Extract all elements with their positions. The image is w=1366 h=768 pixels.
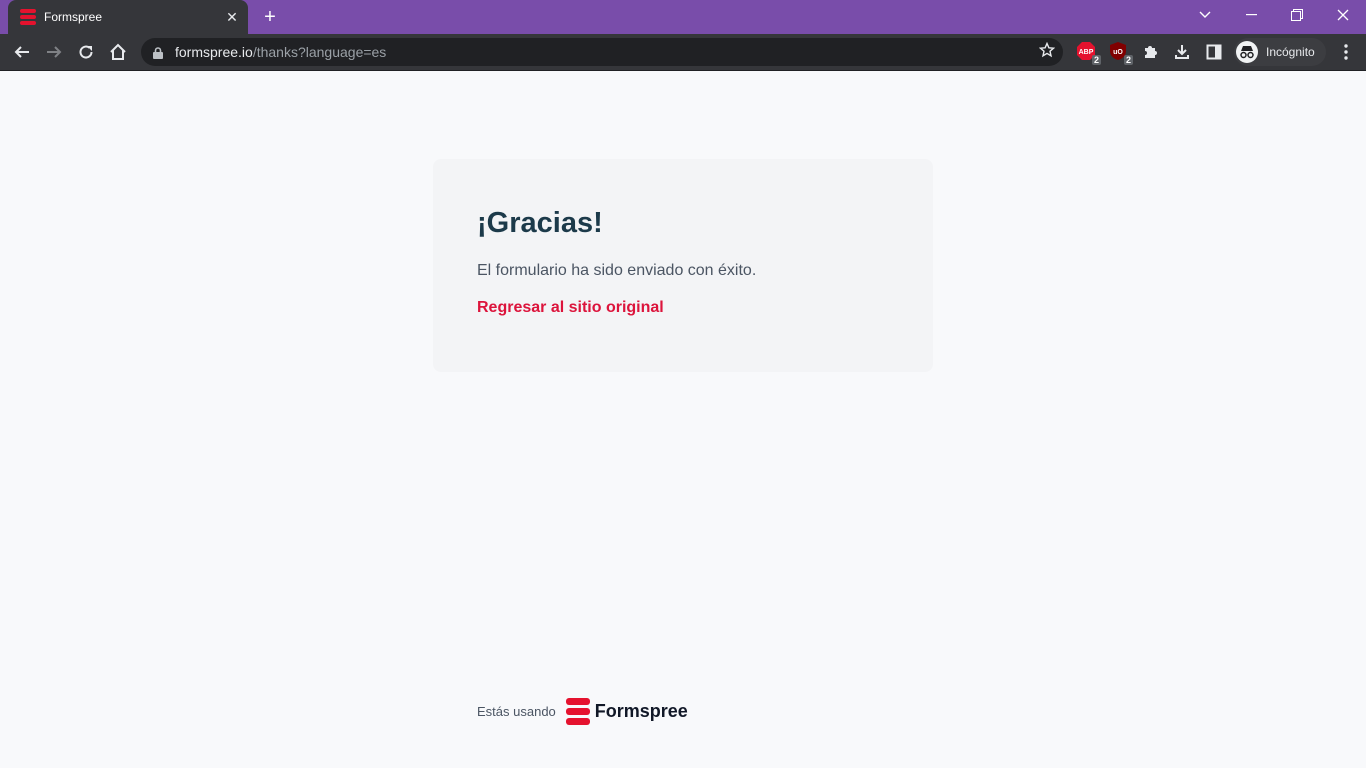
url-path: /thanks?language=es: [252, 44, 387, 60]
ublock-extension-icon[interactable]: uO 2: [1108, 41, 1133, 65]
home-button[interactable]: [104, 38, 132, 66]
browser-toolbar: formspree.io/thanks?language=es ABP 2 uO…: [0, 34, 1366, 71]
extensions-puzzle-icon[interactable]: [1136, 38, 1164, 66]
menu-kebab-icon[interactable]: [1332, 38, 1360, 66]
downloads-icon[interactable]: [1168, 38, 1196, 66]
forward-arrow-icon: [47, 46, 62, 58]
tab-search-icon[interactable]: [1182, 0, 1228, 30]
formspree-favicon-icon: [20, 9, 36, 25]
browser-tab[interactable]: Formspree ✕: [8, 0, 248, 34]
tab-title: Formspree: [44, 10, 103, 24]
thanks-card: ¡Gracias! El formulario ha sido enviado …: [433, 159, 933, 372]
formspree-brand-name[interactable]: Formspree: [595, 701, 688, 722]
incognito-icon: [1236, 41, 1258, 63]
close-tab-icon[interactable]: ✕: [220, 5, 244, 29]
footer: Estás usando Formspree: [477, 698, 688, 725]
new-tab-button[interactable]: +: [258, 5, 282, 29]
adblock-badge: 2: [1091, 55, 1101, 65]
incognito-label: Incógnito: [1266, 45, 1315, 59]
ublock-badge: 2: [1123, 55, 1133, 65]
svg-text:uO: uO: [1113, 49, 1123, 56]
return-link[interactable]: Regresar al sitio original: [477, 299, 889, 317]
address-bar[interactable]: formspree.io/thanks?language=es: [141, 38, 1063, 66]
footer-using-text: Estás usando: [477, 704, 556, 719]
home-icon: [110, 43, 126, 60]
side-panel-icon[interactable]: [1200, 38, 1228, 66]
bookmark-star-icon[interactable]: [1038, 41, 1056, 63]
back-button[interactable]: [8, 38, 36, 66]
close-window-button[interactable]: [1320, 0, 1366, 30]
reload-icon: [79, 45, 93, 59]
success-message: El formulario ha sido enviado con éxito.: [477, 262, 757, 279]
incognito-profile-button[interactable]: Incógnito: [1234, 38, 1326, 66]
minimize-button[interactable]: [1228, 0, 1274, 30]
formspree-logo-icon[interactable]: [565, 698, 590, 725]
page-title: ¡Gracias!: [477, 207, 603, 239]
url-host: formspree.io: [175, 44, 253, 60]
forward-button[interactable]: [40, 38, 68, 66]
title-bar: Formspree ✕ +: [0, 0, 1366, 34]
back-arrow-icon: [14, 46, 29, 58]
adblock-extension-icon[interactable]: ABP 2: [1076, 41, 1101, 65]
restore-button[interactable]: [1274, 0, 1320, 30]
lock-icon[interactable]: [153, 46, 163, 59]
reload-button[interactable]: [72, 38, 100, 66]
